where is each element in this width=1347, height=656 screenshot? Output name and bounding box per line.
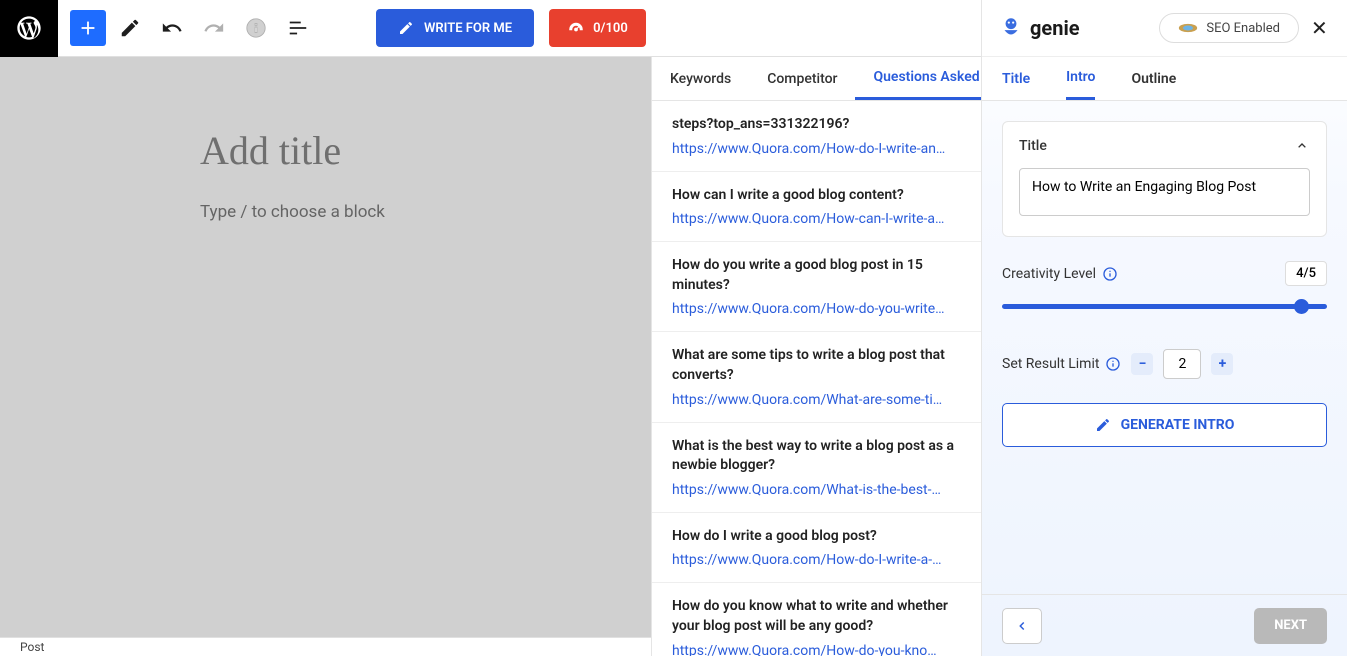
write-for-me-button[interactable]: WRITE FOR ME	[376, 9, 534, 47]
close-panel-button[interactable]: ✕	[1311, 18, 1331, 38]
creativity-label: Creativity Level	[1002, 266, 1118, 282]
wordpress-logo[interactable]	[0, 0, 58, 57]
slider-thumb[interactable]	[1294, 299, 1309, 314]
prev-button[interactable]	[1002, 608, 1042, 644]
chevron-up-icon[interactable]	[1294, 138, 1310, 154]
result-limit-input[interactable]	[1163, 349, 1201, 379]
increase-button[interactable]: +	[1211, 353, 1233, 375]
title-card-label: Title	[1019, 138, 1047, 154]
status-bar: Post	[0, 637, 651, 656]
seo-score-badge[interactable]: 0/100	[549, 9, 646, 47]
redo-button	[196, 10, 232, 46]
question-item: How can I write a good blog content? http…	[652, 172, 981, 243]
question-title: How do you know what to write and whethe…	[672, 597, 961, 636]
question-title: How do I write a good blog post?	[672, 527, 961, 547]
info-icon[interactable]	[1105, 356, 1121, 372]
genie-brand-text: genie	[1030, 16, 1080, 40]
question-item: How do you write a good blog post in 15 …	[652, 242, 981, 332]
question-link[interactable]: https://www.Quora.com/How-do-you-kno…	[672, 643, 961, 656]
right-tab-intro[interactable]: Intro	[1066, 57, 1095, 100]
question-title: How do you write a good blog post in 15 …	[672, 256, 961, 295]
tab-questions-asked[interactable]: Questions Asked	[855, 57, 997, 100]
generate-intro-button[interactable]: GENERATE INTRO	[1002, 403, 1327, 447]
write-for-me-label: WRITE FOR ME	[424, 21, 512, 36]
question-item: What is the best way to write a blog pos…	[652, 423, 981, 513]
question-title: What is the best way to write a blog pos…	[672, 437, 961, 476]
creativity-value: 4/5	[1285, 261, 1327, 286]
question-item: How do I write a good blog post? https://…	[652, 513, 981, 584]
tab-keywords[interactable]: Keywords	[652, 57, 749, 100]
question-item: What are some tips to write a blog post …	[652, 332, 981, 422]
question-title: How can I write a good blog content?	[672, 186, 961, 206]
question-title: What are some tips to write a blog post …	[672, 346, 961, 385]
status-text: Post	[20, 640, 44, 654]
question-link[interactable]: https://www.Quora.com/How-do-you-write…	[672, 301, 961, 317]
question-link[interactable]: https://www.Quora.com/What-is-the-best-…	[672, 482, 961, 498]
edit-icon[interactable]	[112, 10, 148, 46]
seo-enabled-pill[interactable]: SEO Enabled	[1159, 13, 1299, 43]
genie-logo: genie	[998, 15, 1080, 41]
question-link[interactable]: https://www.Quora.com/What-are-some-ti…	[672, 392, 961, 408]
undo-button[interactable]	[154, 10, 190, 46]
question-link[interactable]: https://www.Quora.com/How-do-I-write-an…	[672, 141, 961, 157]
creativity-slider[interactable]	[1002, 304, 1327, 309]
info-icon[interactable]	[1102, 266, 1118, 282]
question-link[interactable]: https://www.Quora.com/How-can-I-write-a…	[672, 211, 961, 227]
question-item: How do you know what to write and whethe…	[652, 583, 981, 656]
next-label: NEXT	[1274, 618, 1307, 633]
next-button[interactable]: NEXT	[1254, 608, 1327, 644]
add-block-button[interactable]	[70, 10, 106, 46]
right-tab-outline[interactable]: Outline	[1131, 57, 1176, 100]
question-title: steps?top_ans=331322196?	[672, 115, 961, 135]
question-link[interactable]: https://www.Quora.com/How-do-I-write-a-…	[672, 552, 961, 568]
info-icon[interactable]	[238, 10, 274, 46]
decrease-button[interactable]: −	[1131, 353, 1153, 375]
right-tab-title[interactable]: Title	[1002, 57, 1030, 100]
seo-score-value: 0/100	[593, 21, 628, 36]
generate-label: GENERATE INTRO	[1121, 417, 1235, 433]
editor-overlay	[0, 57, 651, 637]
title-input[interactable]	[1019, 168, 1310, 216]
seo-pill-label: SEO Enabled	[1206, 21, 1280, 36]
tab-competitor[interactable]: Competitor	[749, 57, 855, 100]
outline-view-icon[interactable]	[280, 10, 316, 46]
result-limit-label: Set Result Limit	[1002, 356, 1121, 372]
question-item: steps?top_ans=331322196? https://www.Quor…	[652, 101, 981, 172]
